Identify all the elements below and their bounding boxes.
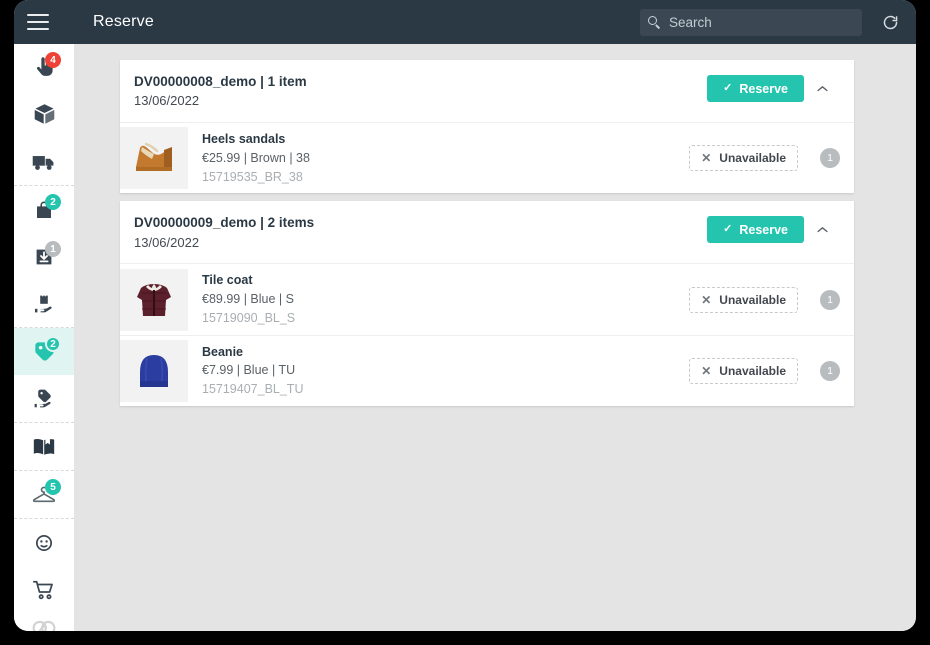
quantity-badge: 1 [820,289,840,310]
sidebar-group-catalog [14,423,74,470]
product-sku: 15719535_BR_38 [202,169,303,184]
product-attributes: €7.99 | Blue | TU [202,363,296,378]
product-info: Tile coat €89.99 | Blue | S 15719090_BL_… [202,264,689,334]
order-card: DV00000009_demo | 2 items 13/06/2022 ✓ R… [120,201,854,406]
collapse-toggle[interactable] [804,216,840,244]
product-name: Heels sandals [202,132,286,147]
quantity-badge: 1 [820,148,840,169]
sidebar: 4 2 1 2 5 [14,44,74,631]
close-icon: ✕ [701,151,712,166]
product-sku: 15719090_BL_S [202,310,296,325]
sidebar-group-customer [14,519,74,613]
search-input[interactable] [669,14,854,30]
unavailable-button[interactable]: ✕ Unavailable [689,357,798,384]
sidebar-badge: 4 [45,52,61,68]
order-title: DV00000009_demo | 2 items [134,215,315,231]
product-info: Heels sandals €25.99 | Brown | 38 157195… [202,123,689,193]
close-icon: ✕ [701,292,712,307]
sidebar-item-package[interactable] [14,91,74,138]
product-sku: 15719407_BL_TU [202,382,304,397]
app-window: Reserve 4 [14,0,916,631]
collapse-toggle[interactable] [804,75,840,103]
sidebar-group-pickup: 2 1 [14,186,74,327]
sidebar-item-delivery-truck[interactable] [14,138,74,185]
reserve-button-label: Reserve [739,222,788,237]
sidebar-item-hand-holding-bag[interactable] [14,280,74,327]
sidebar-group-reserve: 2 [14,328,74,422]
order-line-item: Heels sandals €25.99 | Brown | 38 157195… [120,122,854,193]
sidebar-item-catalog[interactable] [14,423,74,470]
sidebar-item-reserve[interactable]: 2 [14,328,74,375]
sidebar-group-hanger: 5 [14,471,74,518]
order-card-header: DV00000009_demo | 2 items 13/06/2022 ✓ R… [120,201,854,263]
sidebar-badge: 2 [45,194,61,210]
reserve-button-label: Reserve [739,81,788,96]
product-thumbnail [120,268,188,331]
order-date: 13/06/2022 [134,234,200,250]
order-line-item: Beanie €7.99 | Blue | TU 15719407_BL_TU … [120,334,854,406]
check-icon: ✓ [723,82,733,94]
order-card: DV00000008_demo | 1 item 13/06/2022 ✓ Re… [120,60,854,194]
close-icon: ✕ [701,363,712,378]
refresh-icon[interactable] [878,10,902,34]
product-name: Beanie [202,344,243,359]
order-title: DV00000008_demo | 1 item [134,74,307,89]
product-thumbnail [120,339,188,402]
unavailable-button-label: Unavailable [719,292,786,307]
order-card-header: DV00000008_demo | 1 item 13/06/2022 ✓ Re… [120,60,854,122]
sidebar-item-customer[interactable] [14,519,74,566]
page-title: Reserve [93,13,154,30]
sidebar-item-hand-holding-tag[interactable] [14,375,74,422]
main-content: DV00000008_demo | 1 item 13/06/2022 ✓ Re… [74,44,916,631]
sidebar-item-hand-click[interactable]: 4 [14,44,74,91]
order-date: 13/06/2022 [134,93,200,109]
unavailable-button[interactable]: ✕ Unavailable [689,145,798,172]
check-icon: ✓ [723,223,733,236]
sidebar-item-cart[interactable] [14,566,74,613]
reserve-button[interactable]: ✓ Reserve [707,75,804,102]
sidebar-badge: 5 [45,479,61,495]
order-line-item: Tile coat €89.99 | Blue | S 15719090_BL_… [120,263,854,334]
quantity-badge: 1 [820,360,840,381]
unavailable-button-label: Unavailable [719,151,786,166]
sidebar-item-bag-pickup[interactable]: 2 [14,186,74,233]
reserve-button[interactable]: ✓ Reserve [707,216,804,244]
product-info: Beanie €7.99 | Blue | TU 15719407_BL_TU [202,336,689,406]
sidebar-item-hanger[interactable]: 5 [14,471,74,518]
search-icon [648,15,661,29]
product-attributes: €89.99 | Blue | S [202,292,294,307]
sidebar-badge: 2 [45,336,61,352]
top-bar-actions [640,8,916,36]
sidebar-badge: 1 [45,241,61,257]
sidebar-item-inbox-download[interactable]: 1 [14,233,74,280]
search-box[interactable] [640,8,862,36]
product-attributes: €25.99 | Brown | 38 [202,150,310,165]
brand-logo-icon[interactable] [27,613,61,631]
hamburger-menu-icon[interactable] [27,14,49,30]
top-bar: Reserve [14,0,916,44]
unavailable-button[interactable]: ✕ Unavailable [689,286,798,313]
product-thumbnail [120,127,188,190]
product-name: Tile coat [202,273,253,288]
unavailable-button-label: Unavailable [719,363,786,378]
sidebar-group-orders: 4 [14,44,74,185]
